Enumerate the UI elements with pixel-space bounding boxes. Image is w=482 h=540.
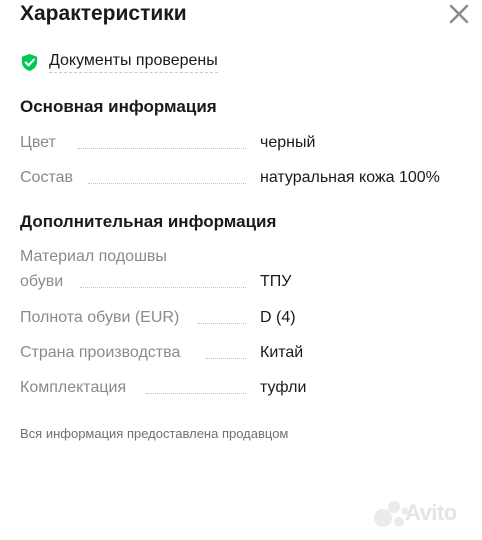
documents-verified-badge[interactable]: Документы проверены <box>20 50 218 74</box>
leader-dots <box>78 148 246 149</box>
characteristics-panel: Характеристики Документы проверены Основ… <box>0 0 482 540</box>
spec-row: Комплектация туфли <box>20 375 470 400</box>
spec-name: Страна производства <box>20 344 181 361</box>
leader-dots <box>146 393 246 394</box>
documents-verified-label[interactable]: Документы проверены <box>49 52 218 73</box>
spec-value: Китай <box>260 344 304 361</box>
spec-value: D (4) <box>260 309 296 326</box>
leader-dots <box>80 287 246 288</box>
spec-value: черный <box>260 134 316 151</box>
spec-value: натуральная кожа 100% <box>260 169 440 186</box>
spec-name: Состав <box>20 169 73 186</box>
section-title-basic: Основная информация <box>20 97 217 116</box>
leader-dots <box>88 183 246 184</box>
avito-watermark: Avito <box>405 500 457 525</box>
spec-name: Комплектация <box>20 379 127 396</box>
leader-dots <box>206 358 246 359</box>
seller-info-note: Вся информация предоставлена продавцом <box>20 426 289 441</box>
spec-row: Материал подошвы обуви ТПУ <box>20 244 470 294</box>
spec-row: Цвет черный <box>20 130 470 155</box>
spec-row: Полнота обуви (EUR) D (4) <box>20 305 470 330</box>
section-title-additional: Дополнительная информация <box>20 212 277 231</box>
spec-value: туфли <box>260 379 307 396</box>
shield-check-icon <box>21 53 38 71</box>
close-icon <box>449 4 469 24</box>
spec-row: Страна производства Китай <box>20 340 470 365</box>
spec-name: Цвет <box>20 134 56 151</box>
spec-value: ТПУ <box>260 273 292 290</box>
page-title: Характеристики <box>20 2 187 25</box>
spec-name: Полнота обуви (EUR) <box>20 309 180 326</box>
close-button[interactable] <box>448 3 470 25</box>
spec-row: Состав натуральная кожа 100% <box>20 165 470 190</box>
leader-dots <box>198 323 246 324</box>
